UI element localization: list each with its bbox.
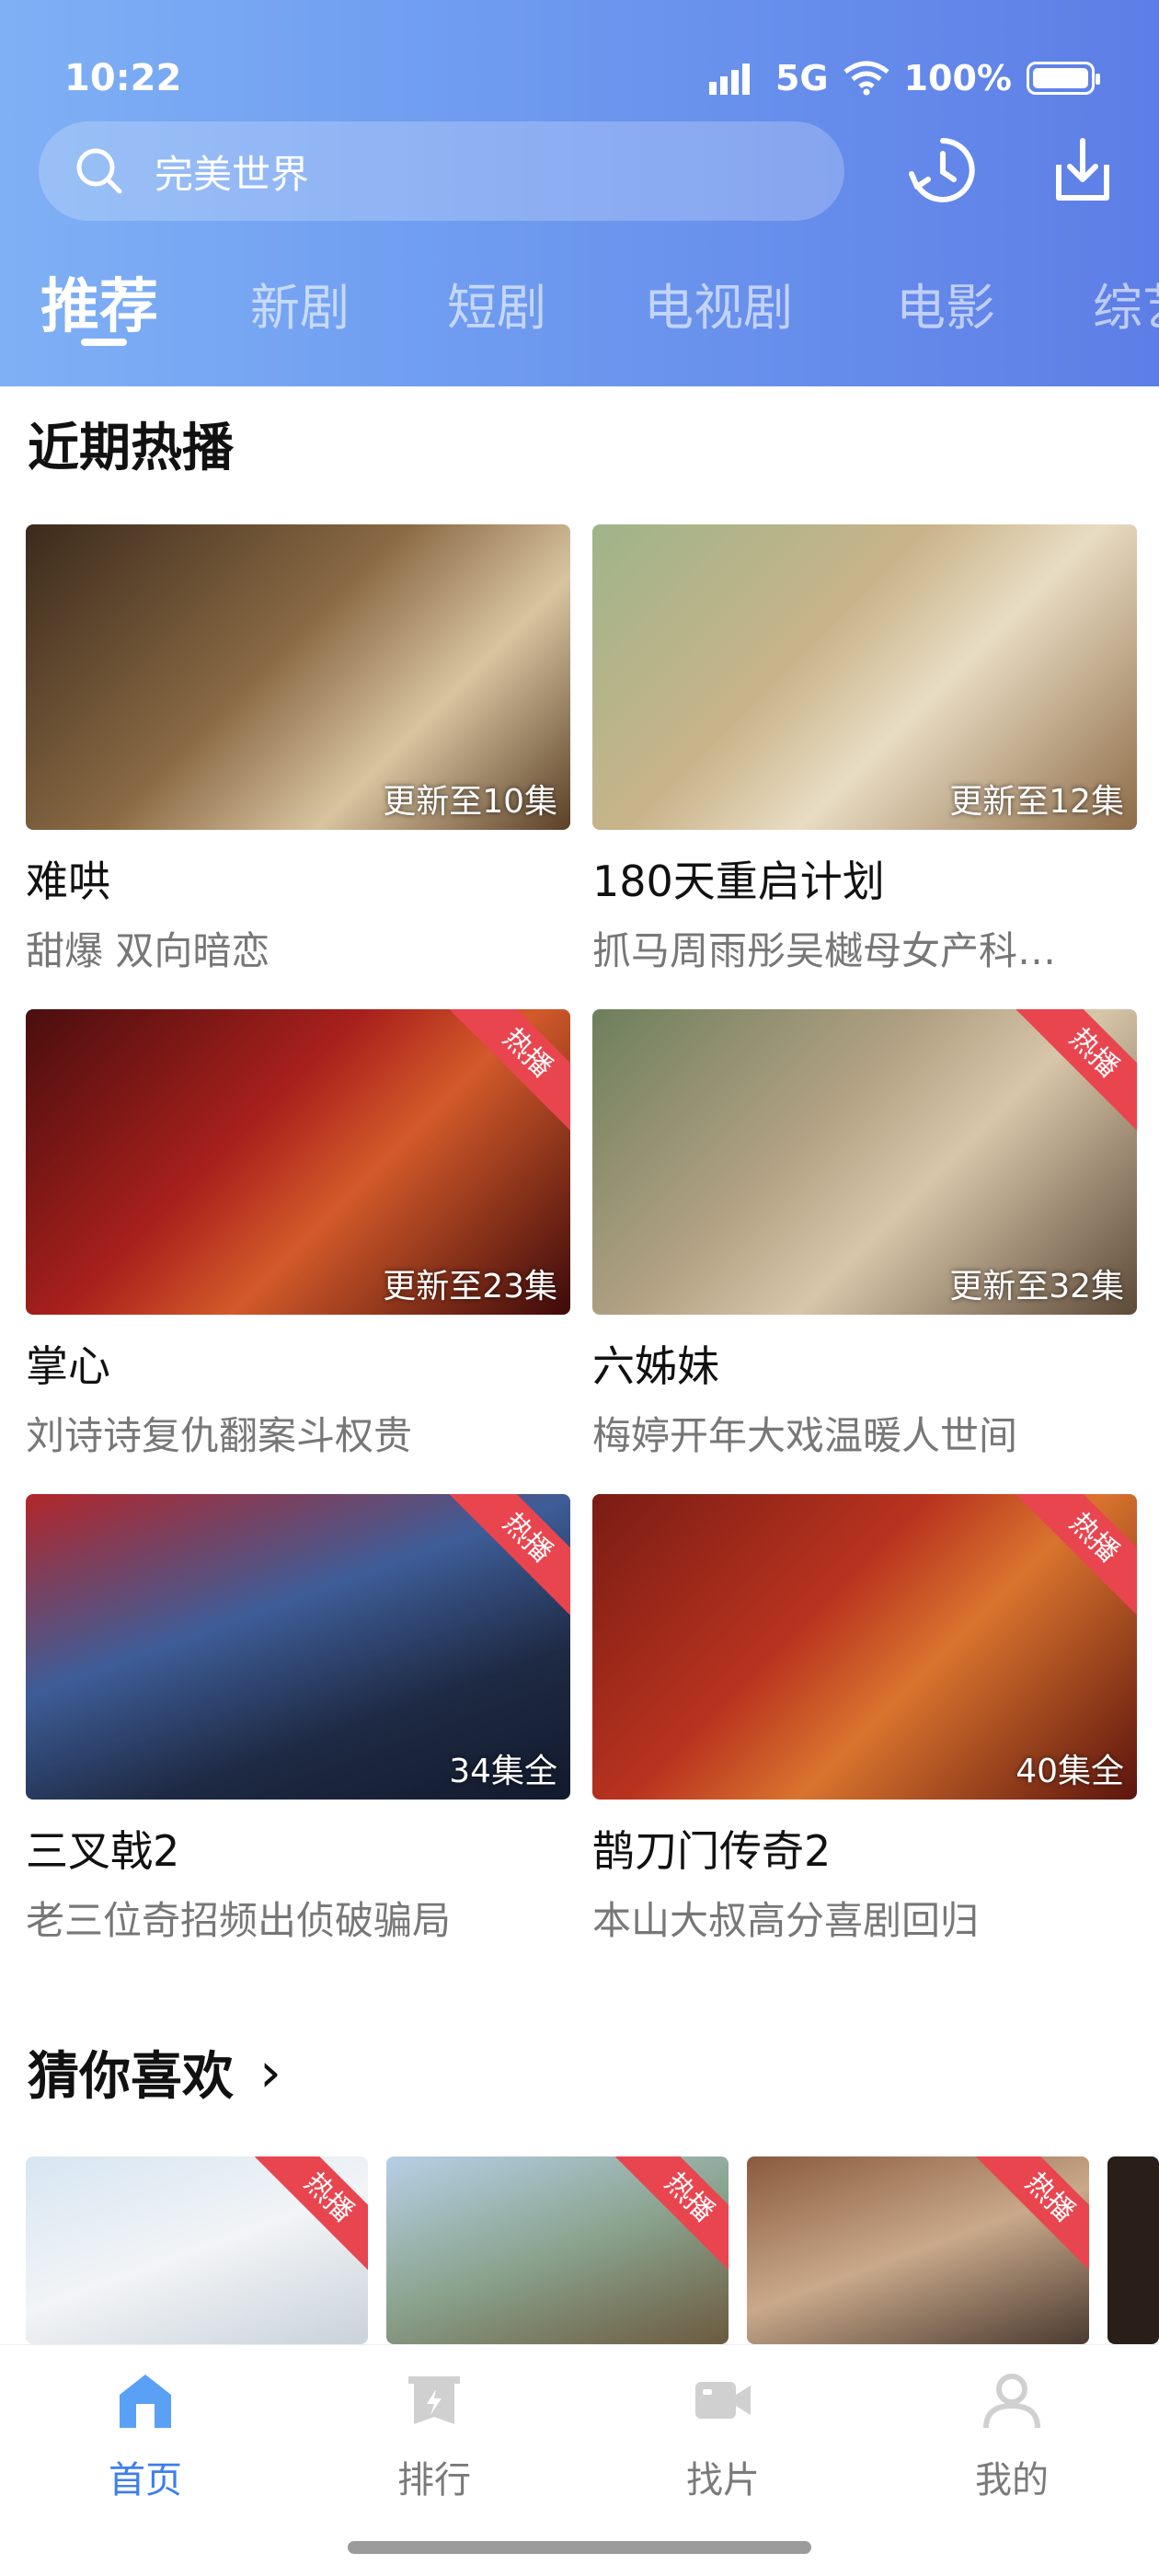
tab-new-drama[interactable]: 新剧 [250,267,350,339]
home-indicator[interactable] [348,2541,811,2554]
episode-badge: 更新至12集 [949,783,1124,821]
hot-badge: 热播 [971,2156,1089,2276]
drama-card[interactable]: 热播 更新至23集 掌心 刘诗诗复仇翻案斗权贵 [26,1009,570,1461]
nav-discover[interactable]: 找片 [631,2363,815,2503]
tab-indicator [81,339,127,346]
drama-thumbnail: 热播 更新至32集 [592,1009,1137,1315]
drama-title: 难哄 [26,857,110,906]
episode-badge: 更新至10集 [383,783,557,821]
drama-thumbnail: 热播 更新至23集 [26,1009,570,1315]
download-icon [1056,138,1109,201]
search-input[interactable]: 完美世界 [39,121,844,221]
network-label: 5G [775,58,829,98]
chevron-right-icon: › [259,2040,281,2105]
recommend-thumbnail[interactable] [1107,2156,1159,2344]
nav-profile[interactable]: 我的 [920,2363,1104,2503]
episode-badge: 更新至32集 [949,1268,1124,1305]
section-title-recent-hot: 近期热播 [28,419,234,478]
nav-home-label: 首页 [109,2459,182,2501]
episode-badge: 40集全 [1016,1753,1124,1790]
search-icon [76,148,122,194]
search-text: 完美世界 [155,151,310,197]
drama-title: 六姊妹 [592,1341,719,1391]
drama-card[interactable]: 更新至10集 难哄 甜爆 双向暗恋 [26,524,570,976]
drama-card[interactable]: 热播 34集全 三叉戟2 老三位奇招频出侦破骗局 [26,1494,570,1946]
tab-recommend[interactable]: 推荐 [40,259,158,344]
drama-thumbnail: 热播 40集全 [592,1494,1137,1800]
drama-subtitle: 本山大叔高分喜剧回归 [592,1898,980,1943]
header: 10:22 5G 100% 完美世界 推荐 新剧 短剧 电视剧 电影 综 [0,0,1159,386]
recommend-thumbnail[interactable]: 热播 [747,2156,1089,2344]
drama-card[interactable]: 热播 更新至32集 六姊妹 梅婷开年大戏温暖人世间 [592,1009,1137,1461]
video-camera-icon [686,2363,760,2437]
nav-ranking-label: 排行 [397,2459,471,2501]
hot-badge: 热播 [448,1009,570,1133]
home-icon [109,2363,182,2437]
drama-thumbnail: 更新至12集 [592,524,1137,830]
episode-badge: 34集全 [449,1753,557,1790]
tab-variety[interactable]: 综艺 [1093,267,1159,339]
hot-badge: 热播 [1015,1009,1137,1133]
recommend-thumbnail[interactable]: 热播 [26,2156,368,2344]
guess-like-label: 猜你喜欢 [28,2047,234,2107]
tab-tv-series[interactable]: 电视剧 [644,267,793,339]
drama-thumbnail: 热播 34集全 [26,1494,570,1800]
hot-badge: 热播 [250,2156,368,2276]
section-title-guess-like[interactable]: 猜你喜欢 › [28,2035,281,2110]
nav-ranking[interactable]: 排行 [342,2363,526,2503]
tab-short-drama[interactable]: 短剧 [447,267,546,339]
download-button[interactable] [1041,129,1124,212]
status-time: 10:22 [64,57,182,99]
hot-badge: 热播 [1015,1494,1137,1617]
category-tabs: 推荐 新剧 短剧 电视剧 电影 综艺 [0,258,1159,350]
nav-profile-label: 我的 [975,2459,1049,2501]
hot-badge: 热播 [611,2156,729,2276]
drama-subtitle: 抓马周雨彤吴樾母女产科… [592,928,1057,973]
history-icon [909,138,975,202]
drama-subtitle: 老三位奇招频出侦破骗局 [26,1898,452,1943]
battery-icon [1027,62,1100,95]
wifi-icon [843,61,889,96]
drama-subtitle: 甜爆 双向暗恋 [26,928,270,973]
tab-movies[interactable]: 电影 [896,267,995,339]
history-button[interactable] [901,129,984,212]
episode-badge: 更新至23集 [383,1268,557,1305]
drama-card[interactable]: 热播 40集全 鹊刀门传奇2 本山大叔高分喜剧回归 [592,1494,1137,1946]
status-right: 5G 100% [708,58,1100,98]
drama-thumbnail: 更新至10集 [26,524,570,830]
signal-icon [708,63,750,95]
drama-card[interactable]: 更新至12集 180天重启计划 抓马周雨彤吴樾母女产科… [592,524,1137,976]
drama-title: 鹊刀门传奇2 [592,1826,832,1876]
nav-discover-label: 找片 [686,2459,760,2501]
drama-title: 180天重启计划 [592,857,885,906]
drama-subtitle: 刘诗诗复仇翻案斗权贵 [26,1413,413,1458]
nav-home[interactable]: 首页 [53,2363,237,2503]
recommend-thumbnail[interactable]: 热播 [386,2156,729,2344]
status-bar: 10:22 5G 100% [64,55,1100,101]
hot-badge: 热播 [448,1494,570,1617]
drama-title: 掌心 [26,1341,110,1391]
battery-label: 100% [903,58,1012,98]
ranking-icon [397,2363,471,2437]
drama-title: 三叉戟2 [26,1826,180,1876]
drama-subtitle: 梅婷开年大戏温暖人世间 [592,1413,1018,1458]
user-icon [975,2363,1049,2437]
